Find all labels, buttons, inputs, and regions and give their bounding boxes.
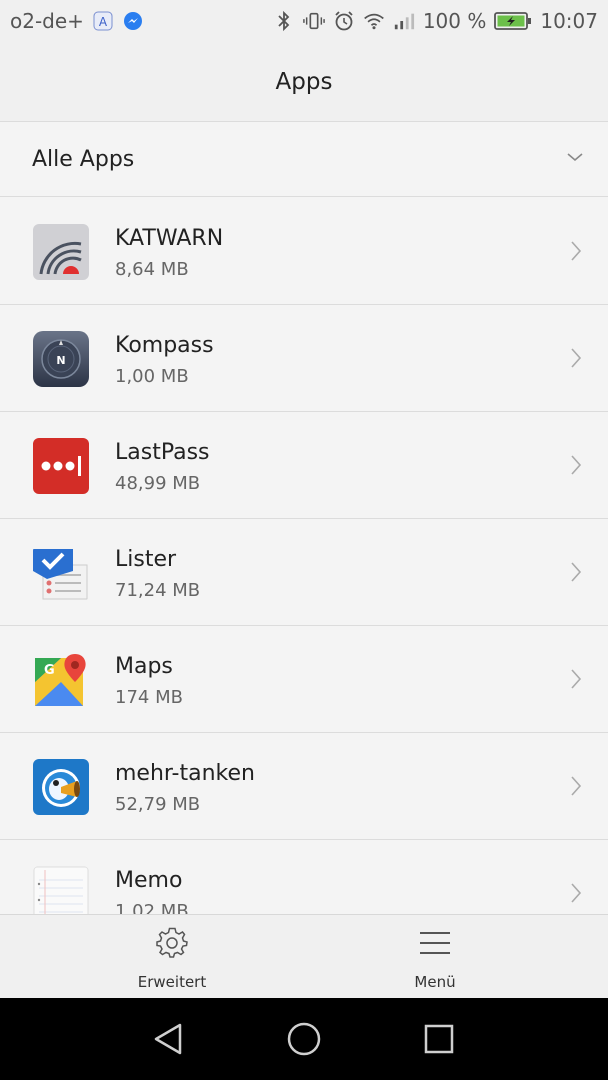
advanced-button[interactable]: Erweitert: [72, 915, 272, 999]
app-name: Maps: [115, 654, 173, 679]
app-row-kompass[interactable]: N Kompass 1,00 MB: [0, 305, 608, 412]
system-nav-bar: [0, 998, 608, 1080]
lastpass-icon: [33, 438, 89, 494]
chevron-down-icon: [566, 148, 584, 167]
maps-icon: G: [33, 652, 89, 708]
app-row-lister[interactable]: Lister 71,24 MB: [0, 519, 608, 626]
katwarn-icon: [33, 224, 89, 280]
app-size: 71,24 MB: [115, 580, 201, 601]
gear-icon: [156, 927, 188, 959]
wifi-icon: [363, 10, 385, 32]
app-name: LastPass: [115, 440, 210, 465]
chevron-right-icon: [570, 454, 582, 480]
back-icon[interactable]: [150, 1019, 190, 1059]
chevron-right-icon: [570, 882, 582, 908]
app-size: 8,64 MB: [115, 259, 189, 280]
mehr-tanken-icon: [33, 759, 89, 815]
filter-selected-value: Alle Apps: [32, 146, 135, 172]
messenger-icon: [122, 10, 144, 32]
app-row-memo[interactable]: Memo 1,02 MB: [0, 840, 608, 914]
app-name: Kompass: [115, 333, 214, 358]
app-size: 174 MB: [115, 687, 183, 708]
chevron-right-icon: [570, 240, 582, 266]
carrier-label: o2-de+: [10, 9, 84, 33]
svg-text:A: A: [99, 15, 108, 29]
app-name: KATWARN: [115, 226, 224, 251]
page-title: Apps: [275, 68, 333, 95]
app-name: Memo: [115, 868, 183, 893]
alarm-icon: [333, 10, 355, 32]
app-bar: Apps: [0, 42, 608, 122]
lister-icon: [33, 545, 89, 601]
compass-icon: N: [33, 331, 89, 387]
app-row-mehr-tanken[interactable]: mehr-tanken 52,79 MB: [0, 733, 608, 840]
app-row-maps[interactable]: G Maps 174 MB: [0, 626, 608, 733]
app-list[interactable]: KATWARN 8,64 MB N Kompass 1,00 MB LastPa…: [0, 198, 608, 914]
recents-icon[interactable]: [419, 1019, 459, 1059]
app-size: 52,79 MB: [115, 794, 201, 815]
menu-label: Menü: [414, 973, 456, 991]
home-icon[interactable]: [284, 1019, 324, 1059]
app-row-lastpass[interactable]: LastPass 48,99 MB: [0, 412, 608, 519]
status-bar: o2-de+ A 100 % 10:07: [0, 0, 608, 42]
advanced-label: Erweitert: [137, 973, 207, 991]
bottom-action-bar: Erweitert Menü: [0, 914, 608, 998]
app-notification-icon: A: [92, 10, 114, 32]
chevron-right-icon: [570, 668, 582, 694]
app-name: Lister: [115, 547, 177, 572]
menu-button[interactable]: Menü: [335, 915, 535, 999]
chevron-right-icon: [570, 561, 582, 587]
svg-text:N: N: [56, 354, 65, 367]
app-name: mehr-tanken: [115, 761, 255, 786]
signal-icon: [393, 10, 415, 32]
svg-text:G: G: [44, 663, 55, 678]
clock: 10:07: [540, 9, 598, 33]
app-row-katwarn[interactable]: KATWARN 8,64 MB: [0, 198, 608, 305]
battery-percent: 100 %: [422, 9, 487, 33]
app-size: 48,99 MB: [115, 473, 201, 494]
app-size: 1,00 MB: [115, 366, 189, 387]
memo-icon: [33, 866, 89, 914]
chevron-right-icon: [570, 775, 582, 801]
vibrate-icon: [302, 10, 325, 32]
chevron-right-icon: [570, 347, 582, 373]
menu-icon: [419, 927, 451, 959]
app-size: 1,02 MB: [115, 901, 189, 914]
app-filter-dropdown[interactable]: Alle Apps: [0, 122, 608, 197]
battery-charging-icon: [494, 11, 532, 31]
bluetooth-icon: [273, 10, 295, 32]
